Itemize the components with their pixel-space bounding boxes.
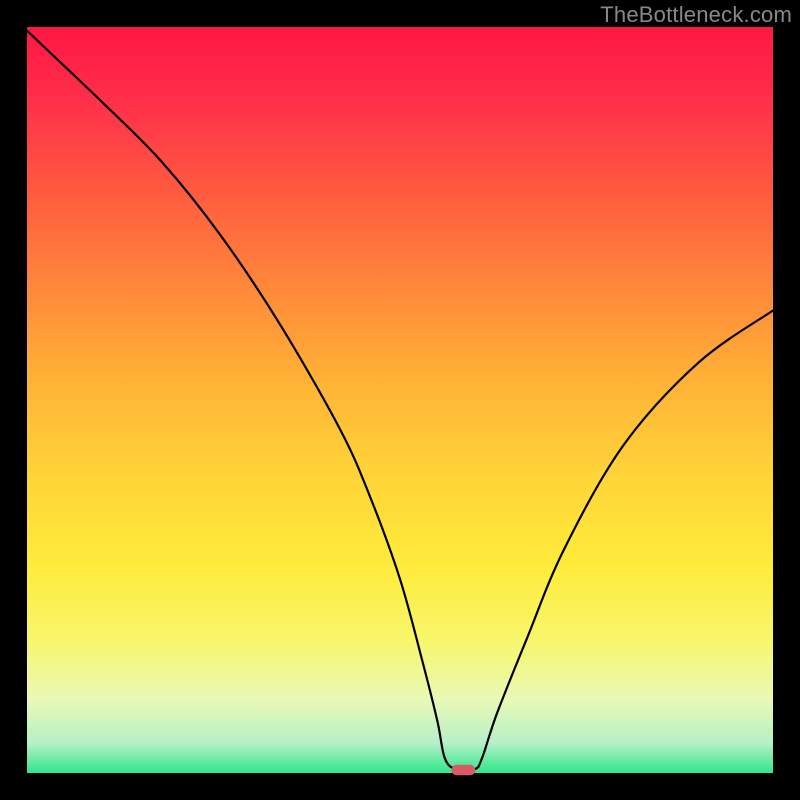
chart-frame: TheBottleneck.com — [0, 0, 800, 800]
optimum-marker — [451, 765, 475, 775]
bottleneck-chart — [0, 0, 800, 800]
watermark-text: TheBottleneck.com — [600, 2, 792, 28]
